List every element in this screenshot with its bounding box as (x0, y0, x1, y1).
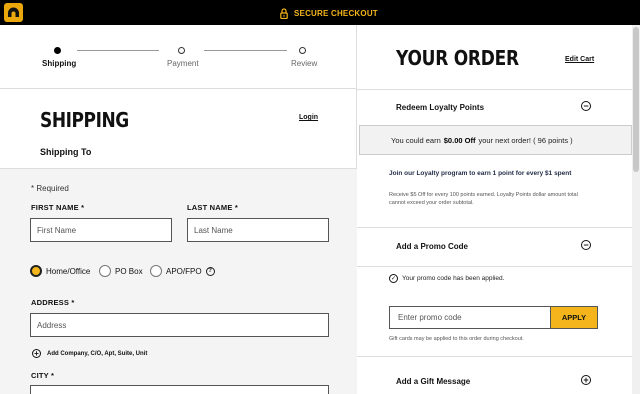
step-shipping-dot (54, 47, 61, 54)
plus-circle-icon: + (32, 349, 41, 358)
checkout-steps: Shipping Payment Review (0, 25, 357, 89)
loyalty-heading[interactable]: Redeem Loyalty Points (396, 103, 484, 112)
last-name-label: LAST NAME * (187, 203, 238, 212)
promo-applied-message: ✓ Your promo code has been applied. (389, 274, 504, 283)
address-label: ADDRESS * (31, 298, 75, 307)
shipping-to-heading: Shipping To (40, 147, 92, 157)
first-name-field[interactable]: First Name (30, 218, 172, 242)
secure-checkout: SECURE CHECKOUT (280, 6, 378, 20)
address-type-pobox-label: PO Box (115, 266, 143, 276)
earn-amount: $0.00 Off (443, 135, 476, 145)
gift-message-heading[interactable]: Add a Gift Message (396, 377, 470, 386)
add-company-label: Add Company, C/O, Apt, Suite, Unit (47, 350, 148, 357)
expand-gift-message-icon[interactable]: + (581, 375, 591, 385)
apply-button[interactable]: APPLY (550, 306, 598, 329)
divider (357, 89, 632, 90)
lock-icon (280, 7, 288, 19)
collapse-loyalty-icon[interactable]: − (581, 101, 591, 111)
help-icon[interactable]: ? (205, 266, 215, 276)
step-payment-label: Payment (167, 59, 199, 68)
first-name-label: FIRST NAME * (31, 203, 85, 212)
scrollbar-thumb[interactable] (633, 27, 639, 172)
address-type-pobox[interactable]: PO Box (99, 265, 143, 277)
step-connector (77, 50, 159, 51)
step-connector (204, 50, 287, 51)
loyalty-join-text: Join our Loyalty program to earn 1 point… (389, 170, 572, 177)
loyalty-earn-banner: You could earn $0.00 Off your next order… (359, 125, 632, 155)
required-note: * Required (31, 184, 69, 193)
top-bar: SECURE CHECKOUT (0, 0, 640, 25)
logo-icon (8, 7, 19, 17)
address-type-home[interactable]: Home/Office (30, 265, 90, 277)
step-payment-dot (178, 47, 185, 54)
add-company-link[interactable]: + Add Company, C/O, Apt, Suite, Unit (32, 349, 147, 358)
address-type-apo[interactable]: APO/FPO ? (150, 265, 215, 277)
promo-heading[interactable]: Add a Promo Code (396, 242, 468, 251)
order-summary: YOUR ORDER Edit Cart Redeem Loyalty Poin… (357, 25, 640, 394)
city-field[interactable] (30, 385, 329, 394)
last-name-field[interactable]: Last Name (187, 218, 329, 242)
step-review-label: Review (291, 59, 318, 68)
step-review-dot (299, 47, 306, 54)
brand-logo[interactable] (4, 3, 23, 22)
earn-prefix: You could earn (391, 135, 441, 145)
shipping-form: * Required FIRST NAME * First Name LAST … (0, 169, 357, 394)
city-label: CITY * (31, 371, 55, 380)
address-field[interactable]: Address (30, 313, 329, 337)
check-circle-icon: ✓ (389, 274, 398, 283)
radio-unselected[interactable] (150, 265, 162, 277)
divider (357, 356, 632, 357)
earn-suffix: your next order! ( 96 points ) (478, 135, 573, 145)
shipping-column: Shipping Payment Review SHIPPING Login S… (0, 25, 357, 394)
secure-checkout-label: SECURE CHECKOUT (294, 8, 378, 18)
promo-code-input[interactable]: Enter promo code (389, 306, 551, 329)
address-type-home-label: Home/Office (46, 266, 91, 276)
shipping-header: SHIPPING Login Shipping To (0, 89, 357, 169)
login-link[interactable]: Login (299, 114, 318, 121)
step-shipping-label: Shipping (42, 59, 77, 68)
loyalty-receive-text: Receive $5 Off for every 100 points earn… (389, 192, 578, 206)
order-title: YOUR ORDER (396, 46, 519, 70)
radio-unselected[interactable] (99, 265, 111, 277)
collapse-promo-icon[interactable]: − (581, 240, 591, 250)
promo-applied-text: Your promo code has been applied. (402, 275, 505, 282)
edit-cart-link[interactable]: Edit Cart (565, 56, 594, 63)
address-type-apo-label: APO/FPO (166, 266, 202, 276)
gift-card-note: Gift cards may be applied to this order … (389, 336, 524, 342)
shipping-title: SHIPPING (40, 108, 129, 132)
divider (357, 266, 632, 267)
divider (357, 227, 632, 228)
radio-selected[interactable] (30, 265, 42, 277)
